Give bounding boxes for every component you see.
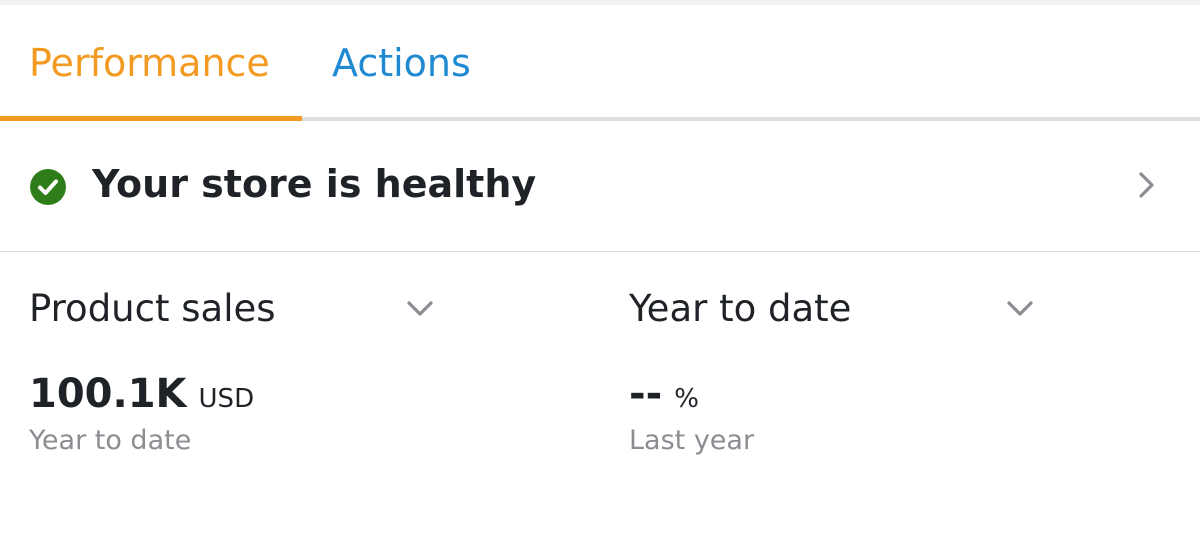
metric-card-year-to-date: Year to date --% Last year xyxy=(600,252,1200,492)
chevron-right-icon xyxy=(1139,172,1154,198)
metric-unit: % xyxy=(674,384,699,414)
metric-value-row: 100.1K USD xyxy=(29,368,254,425)
metric-value: -- xyxy=(629,371,663,417)
metric-selector-dropdown[interactable]: Product sales xyxy=(29,286,449,336)
tab-actions[interactable]: Actions xyxy=(332,41,471,85)
tab-bar: Performance Actions xyxy=(0,5,1200,121)
check-circle-icon xyxy=(30,169,66,205)
metric-unit: USD xyxy=(198,384,255,414)
metric-period: Year to date xyxy=(29,425,192,456)
metric-value-row: --% xyxy=(629,368,699,425)
metric-value: 100.1K xyxy=(29,371,187,417)
metric-label: Product sales xyxy=(29,287,276,330)
chevron-down-icon xyxy=(1007,301,1033,316)
seller-app-performance-screen: Performance Actions Your store is health… xyxy=(0,0,1200,557)
metric-card-product-sales: Product sales 100.1K USD Year to date xyxy=(0,252,600,492)
tab-performance[interactable]: Performance xyxy=(29,41,270,85)
chevron-down-icon xyxy=(407,301,433,316)
store-health-status: Your store is healthy xyxy=(92,162,537,206)
store-health-row[interactable]: Your store is healthy xyxy=(0,117,1200,251)
metric-label: Year to date xyxy=(629,287,852,330)
period-selector-dropdown[interactable]: Year to date xyxy=(629,286,1049,336)
metric-period: Last year xyxy=(629,425,755,456)
